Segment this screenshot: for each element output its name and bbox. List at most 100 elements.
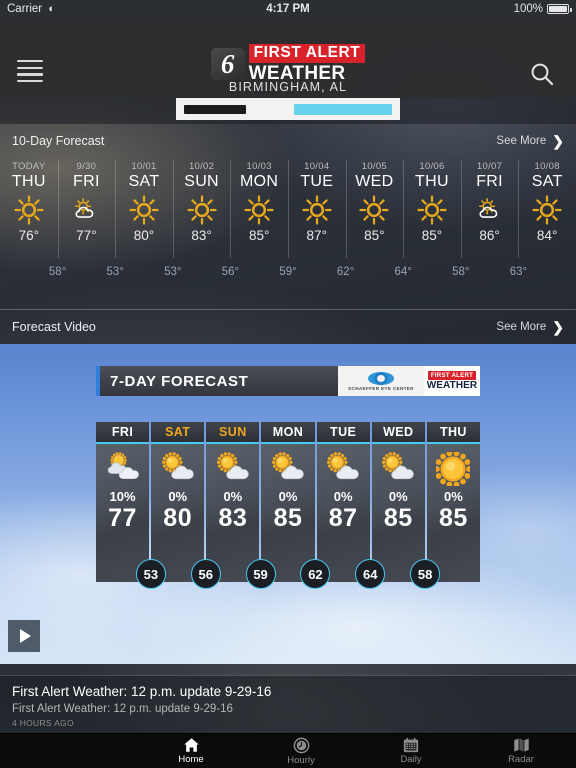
graphic-day-label: THU bbox=[426, 422, 480, 442]
tab-label: Daily bbox=[400, 754, 422, 765]
sunny-icon bbox=[244, 193, 274, 227]
ten-day-low-temp: 63° bbox=[509, 266, 528, 278]
mostly-cloudy-icon bbox=[106, 450, 140, 488]
partly-cloudy-icon bbox=[381, 450, 415, 488]
graphic-low-temps: 53 56 59 62 64 58 bbox=[96, 559, 480, 593]
ten-day-forecast-section: 10-Day Forecast See More ❯ TODAY THU 76°… bbox=[0, 124, 576, 310]
ten-day-low-temp: 64° bbox=[394, 266, 412, 278]
graphic-high-temp: 83 bbox=[218, 504, 248, 532]
ten-day-high-temp: 77° bbox=[76, 228, 97, 243]
ten-day-low-temp: 62° bbox=[336, 266, 355, 278]
graphic-high-temp: 87 bbox=[328, 504, 358, 532]
tab-radar[interactable]: Radar bbox=[466, 734, 576, 768]
forecast-video-section: Forecast Video See More ❯ 7-DAY FORECAST… bbox=[0, 310, 576, 664]
graphic-day-column: SAT 0% 80 bbox=[151, 422, 205, 582]
ten-day-column[interactable]: 10/05 WED 85° bbox=[345, 158, 404, 266]
forecast-video-title: Forecast Video bbox=[12, 320, 96, 334]
first-alert-badge: FIRST ALERT WEATHER bbox=[424, 366, 480, 396]
graphic-title: 7-DAY FORECAST bbox=[100, 366, 338, 396]
article-timestamp: 4 HOURS AGO bbox=[12, 718, 74, 728]
ten-day-weekday: FRI bbox=[73, 173, 100, 190]
tab-label: Home bbox=[178, 754, 204, 765]
ten-day-high-temp: 85° bbox=[421, 228, 443, 243]
ten-day-high-temp: 85° bbox=[248, 228, 270, 243]
ten-day-column[interactable]: 10/04 TUE 87° bbox=[287, 158, 346, 266]
calendar-icon bbox=[403, 737, 419, 753]
ten-day-date: 9/30 bbox=[76, 161, 97, 172]
tab-daily[interactable]: Daily bbox=[356, 734, 466, 768]
app-logo: 6 FIRST ALERT WEATHER bbox=[0, 44, 576, 84]
ten-day-weekday: FRI bbox=[476, 173, 503, 190]
graphic-precip-chance: 0% bbox=[168, 489, 188, 504]
sunny-icon bbox=[14, 193, 44, 227]
ten-day-title: 10-Day Forecast bbox=[12, 134, 105, 148]
map-icon bbox=[513, 737, 530, 753]
ten-day-date: 10/08 bbox=[534, 161, 560, 172]
graphic-precip-chance: 0% bbox=[333, 489, 353, 504]
graphic-high-temp: 85 bbox=[383, 504, 413, 532]
partly-cloudy-icon bbox=[71, 193, 101, 227]
forecast-video-player[interactable]: 7-DAY FORECAST SCHAEFFER EYE CENTER FIRS… bbox=[0, 344, 576, 664]
search-icon[interactable] bbox=[528, 60, 564, 92]
ten-day-see-more-label: See More bbox=[496, 135, 547, 147]
ten-day-column[interactable]: 10/01 SAT 80° bbox=[115, 158, 173, 266]
ten-day-see-more-button[interactable]: See More ❯ bbox=[496, 134, 564, 148]
ten-day-low-temp: 56° bbox=[221, 266, 240, 278]
ten-day-column[interactable]: TODAY THU 76° bbox=[0, 158, 58, 266]
tab-home[interactable]: Home bbox=[136, 734, 246, 768]
ten-day-date: 10/03 bbox=[246, 161, 272, 172]
status-bar: Carrier ◖ 4:17 PM 100% bbox=[0, 0, 576, 18]
graphic-precip-chance: 0% bbox=[278, 489, 298, 504]
ten-day-weekday: SUN bbox=[184, 173, 219, 190]
graphic-high-temp: 85 bbox=[273, 504, 303, 532]
tab-label: Radar bbox=[508, 754, 534, 765]
sunny-icon bbox=[532, 193, 562, 227]
graphic-precip-chance: 0% bbox=[388, 489, 408, 504]
article-item[interactable]: First Alert Weather: 12 p.m. update 9-29… bbox=[0, 675, 576, 733]
ten-day-date: 10/05 bbox=[361, 161, 387, 172]
graphic-low-temp: 58 bbox=[410, 559, 441, 589]
ten-day-date: 10/04 bbox=[304, 161, 330, 172]
ten-day-column[interactable]: 10/07 FRI 86° bbox=[460, 158, 519, 266]
ten-day-weekday: SAT bbox=[531, 173, 563, 190]
sponsor-logo: SCHAEFFER EYE CENTER bbox=[338, 366, 424, 396]
partly-cloudy-icon bbox=[216, 450, 250, 488]
ten-day-high-temp: 83° bbox=[191, 228, 212, 243]
ten-day-date: 10/01 bbox=[131, 161, 157, 172]
ten-day-date: 10/02 bbox=[188, 161, 215, 172]
ad-banner[interactable] bbox=[0, 98, 576, 124]
ad-cta-button[interactable] bbox=[294, 103, 392, 115]
ten-day-column[interactable]: 10/02 SUN 83° bbox=[172, 158, 231, 266]
sunny-icon bbox=[359, 193, 389, 227]
graphic-precip-chance: 0% bbox=[444, 489, 463, 504]
sunny-icon bbox=[417, 193, 447, 227]
ten-day-date: 10/07 bbox=[476, 161, 503, 172]
ten-day-column[interactable]: 9/30 FRI 77° bbox=[57, 158, 116, 266]
play-icon[interactable] bbox=[8, 620, 40, 652]
ten-day-column[interactable]: 10/03 MON 85° bbox=[230, 158, 288, 266]
graphic-day-label: WED bbox=[371, 422, 425, 442]
graphic-low-temp: 53 bbox=[135, 559, 166, 589]
ten-day-column[interactable]: 10/08 SAT 84° bbox=[518, 158, 576, 266]
ten-day-weekday: THU bbox=[11, 173, 46, 190]
ten-day-column[interactable]: 10/06 THU 85° bbox=[403, 158, 461, 266]
ten-day-low-temp: 53° bbox=[106, 266, 124, 278]
forecast-video-section-header: Forecast Video See More ❯ bbox=[0, 310, 576, 344]
graphic-high-temp: 85 bbox=[439, 504, 468, 532]
ad-banner-card[interactable] bbox=[176, 98, 400, 120]
partly-cloudy-icon bbox=[161, 450, 195, 488]
sunny-icon bbox=[129, 193, 159, 227]
sponsor-name-label: SCHAEFFER EYE CENTER bbox=[348, 385, 414, 391]
graphic-precip-chance: 10% bbox=[109, 489, 136, 504]
ten-day-weekday: SAT bbox=[128, 173, 160, 190]
logo-first-alert-text: FIRST ALERT bbox=[248, 44, 366, 64]
ten-day-high-temp: 80° bbox=[133, 228, 155, 243]
sunny-icon bbox=[302, 193, 332, 227]
graphic-day-column: MON 0% 85 bbox=[261, 422, 315, 582]
tab-hourly[interactable]: Hourly bbox=[246, 734, 356, 768]
sunny-icon bbox=[186, 193, 217, 227]
forecast-video-see-more-button[interactable]: See More ❯ bbox=[496, 320, 564, 334]
graphic-precip-chance: 0% bbox=[223, 489, 243, 504]
app-header: 6 FIRST ALERT WEATHER BIRMINGHAM, AL bbox=[0, 18, 576, 98]
graphic-day-column: WED 0% 85 bbox=[371, 422, 425, 582]
